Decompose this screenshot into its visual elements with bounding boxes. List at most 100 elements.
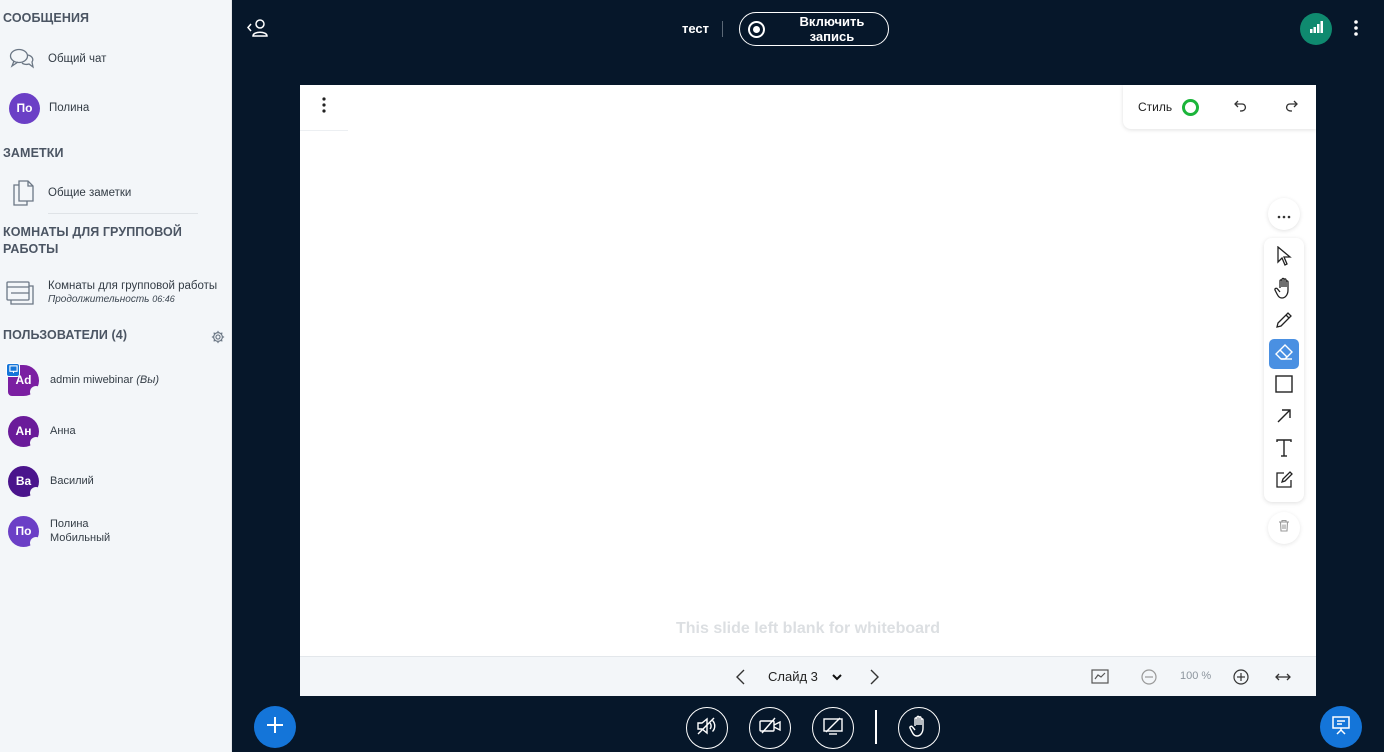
duration-label: Продолжительность <box>48 293 150 305</box>
top-bar: тест Включить запись <box>232 0 1384 58</box>
avatar-initials: Ан <box>15 424 32 438</box>
avatar: По <box>9 92 40 124</box>
pencil-tool[interactable] <box>1269 307 1299 337</box>
whiteboard[interactable]: Стиль This slide left blank for whiteboa… <box>300 85 1316 696</box>
delete-button[interactable] <box>1268 512 1300 544</box>
avatar-status-notch <box>30 486 42 499</box>
next-slide-icon[interactable] <box>865 668 883 686</box>
screen-share-off-icon <box>822 716 844 741</box>
avatar-status-notch <box>30 385 42 398</box>
messages-section-title: СООБЩЕНИЯ <box>3 11 90 25</box>
ellipsis-icon <box>1277 207 1291 222</box>
record-label: Включить запись <box>799 14 865 44</box>
breakout-title-line2: РАБОТЫ <box>3 242 59 256</box>
presentation-icon <box>1331 715 1351 740</box>
toggle-presentation-button[interactable] <box>1320 706 1362 748</box>
raise-hand-button[interactable] <box>898 707 940 749</box>
breakout-title-line1: КОМНАТЫ ДЛЯ ГРУППОВОЙ <box>3 225 182 239</box>
rectangle-tool[interactable] <box>1269 371 1299 401</box>
controls-separator <box>875 710 877 744</box>
start-recording-button[interactable]: Включить запись <box>739 12 889 46</box>
style-color-button[interactable] <box>1182 98 1200 116</box>
chat-bubbles-icon <box>8 47 36 71</box>
avatar-initials: Ва <box>15 474 32 488</box>
eraser-tool[interactable] <box>1269 339 1299 369</box>
title-separator <box>722 21 723 37</box>
public-chat-item[interactable]: Общий чат <box>0 44 231 74</box>
shared-notes-item[interactable]: Общие заметки <box>0 176 231 210</box>
user-name: Василий <box>50 475 94 487</box>
connection-status-button[interactable] <box>1300 13 1332 45</box>
fit-width-icon[interactable] <box>1274 668 1292 686</box>
public-chat-label: Общий чат <box>48 53 107 65</box>
whiteboard-menu-button[interactable] <box>300 85 348 131</box>
gear-icon[interactable] <box>211 330 225 344</box>
zoom-level: 100 % <box>1180 670 1212 682</box>
avatar: По <box>8 515 42 549</box>
arrow-diagonal-icon <box>1276 408 1292 429</box>
blank-slide-message: This slide left blank for whiteboard <box>675 620 941 637</box>
zoom-in-icon[interactable] <box>1232 668 1250 686</box>
slide-label: Слайд 3 <box>768 669 818 684</box>
hand-icon <box>1274 277 1294 304</box>
sticky-note-tool[interactable] <box>1269 467 1299 497</box>
user-name: Полина <box>50 518 89 530</box>
sidebar: СООБЩЕНИЯ Общий чат По Полина ЗАМЕТКИ Об… <box>0 0 232 752</box>
hand-tool[interactable] <box>1269 275 1299 305</box>
redo-icon[interactable] <box>1283 98 1299 114</box>
kebab-menu-icon <box>321 97 327 118</box>
user-item-anna[interactable]: Ан Анна <box>0 414 231 449</box>
hand-icon <box>909 715 929 742</box>
actions-button[interactable] <box>254 706 296 748</box>
share-webcam-button[interactable] <box>749 707 791 749</box>
breakout-rooms-label: Комнаты для групповой работы <box>48 279 218 292</box>
avatar-initials: По <box>15 524 32 538</box>
breakout-section-title: КОМНАТЫ ДЛЯ ГРУППОВОЙ РАБОТЫ <box>3 224 182 258</box>
zoom-out-icon[interactable] <box>1140 668 1158 686</box>
user-item-admin[interactable]: Ad admin miwebinar (Вы) <box>0 362 231 398</box>
avatar-status-notch <box>30 536 42 549</box>
text-tool[interactable] <box>1269 435 1299 465</box>
users-section-title: ПОЛЬЗОВАТЕЛИ (4) <box>3 328 128 342</box>
cursor-arrow-icon <box>1276 245 1292 271</box>
user-item-polina[interactable]: По Полина Мобильный <box>0 514 231 549</box>
speaker-icon <box>696 716 718 741</box>
rectangle-icon <box>1275 374 1293 398</box>
duration-value: 06:46 <box>152 293 175 304</box>
notes-document-icon <box>11 180 35 206</box>
style-panel: Стиль <box>1123 85 1316 129</box>
join-audio-button[interactable] <box>686 707 728 749</box>
previous-slide-icon[interactable] <box>732 668 750 686</box>
undo-icon[interactable] <box>1233 98 1249 114</box>
avatar-initials: По <box>16 101 33 115</box>
avatar: Ва <box>8 465 42 499</box>
kebab-menu-icon[interactable] <box>1350 18 1362 38</box>
arrow-tool[interactable] <box>1269 403 1299 433</box>
eraser-icon <box>1274 343 1294 366</box>
chart-icon[interactable] <box>1091 668 1109 686</box>
user-device: Мобильный <box>50 532 111 544</box>
divider <box>48 213 198 214</box>
private-chat-item[interactable]: По Полина <box>0 91 231 125</box>
chevron-down-icon <box>832 669 842 684</box>
meeting-title: тест <box>682 21 710 36</box>
select-tool[interactable] <box>1269 243 1299 273</box>
pencil-icon <box>1275 311 1293 334</box>
camera-off-icon <box>759 717 781 740</box>
private-chat-label: Полина <box>49 102 90 114</box>
style-label: Стиль <box>1138 100 1173 114</box>
trash-icon <box>1278 519 1290 537</box>
breakout-duration: Продолжительность 06:46 <box>48 294 217 305</box>
presenter-icon <box>6 362 20 377</box>
share-screen-button[interactable] <box>812 707 854 749</box>
more-tools-button[interactable] <box>1268 198 1300 230</box>
breakout-rooms-item[interactable]: Комнаты для групповой работы Продолжител… <box>0 274 231 310</box>
signal-bars-icon <box>1309 20 1323 39</box>
user-you-suffix: (Вы) <box>136 374 159 386</box>
toggle-userlist-icon[interactable] <box>246 18 270 38</box>
notes-section-title: ЗАМЕТКИ <box>3 146 64 160</box>
user-item-vasiliy[interactable]: Ва Василий <box>0 464 231 499</box>
avatar-status-notch <box>30 436 42 449</box>
user-name: Анна <box>50 425 76 437</box>
slide-selector[interactable]: Слайд 3 <box>768 669 842 684</box>
